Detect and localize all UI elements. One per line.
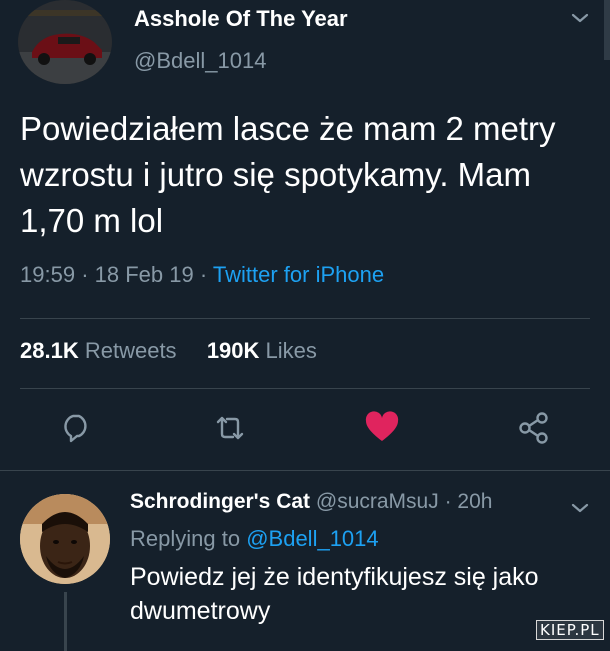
reply-author-handle[interactable]: @sucraMsuJ <box>316 490 439 513</box>
meta-separator: · <box>444 490 458 513</box>
meta-separator: · <box>81 262 95 287</box>
author-avatar[interactable] <box>18 0 112 84</box>
watermark-logo: KIEP.PL <box>536 620 604 640</box>
author-handle[interactable]: @Bdell_1014 <box>134 48 266 74</box>
retweet-icon[interactable] <box>212 410 248 446</box>
reply-header: Schrodinger's Cat @sucraMsuJ · 20h <box>130 490 492 514</box>
scrollbar[interactable] <box>604 0 610 60</box>
like-label[interactable]: Likes <box>266 338 317 363</box>
tweet-meta: 19:59 · 18 Feb 19 · Twitter for iPhone <box>20 262 384 288</box>
thread-line <box>64 592 67 651</box>
divider <box>0 470 610 471</box>
tweet-screen: Asshole Of The Year @Bdell_1014 Powiedzi… <box>0 0 610 651</box>
reply-time[interactable]: 20h <box>457 490 492 513</box>
chevron-down-icon[interactable] <box>570 10 590 26</box>
divider <box>20 318 590 319</box>
reply-author-name[interactable]: Schrodinger's Cat <box>130 490 310 513</box>
chevron-down-icon[interactable] <box>570 500 590 516</box>
reply-text: Powiedz jej że identyfikujesz się jako d… <box>130 563 539 625</box>
reply-author-avatar[interactable] <box>20 494 110 584</box>
retweet-label[interactable]: Retweets <box>85 338 177 363</box>
tweet-text: Powiedziałem lasce że mam 2 metry wzrost… <box>20 110 556 239</box>
avatar-person-photo <box>20 494 110 584</box>
share-icon[interactable] <box>516 410 552 446</box>
tweet-source-link[interactable]: Twitter for iPhone <box>213 262 384 287</box>
meta-separator: · <box>199 262 213 287</box>
reply-icon[interactable] <box>58 410 94 446</box>
like-count[interactable]: 190K <box>207 338 260 363</box>
tweet-time[interactable]: 19:59 <box>20 262 75 287</box>
heart-icon[interactable] <box>364 410 400 446</box>
author-name[interactable]: Asshole Of The Year <box>134 6 348 32</box>
tweet-stats: 28.1K Retweets 190K Likes <box>20 338 317 364</box>
replying-mention-link[interactable]: @Bdell_1014 <box>246 526 378 551</box>
retweet-count[interactable]: 28.1K <box>20 338 79 363</box>
divider <box>20 388 590 389</box>
tweet-date[interactable]: 18 Feb 19 <box>95 262 194 287</box>
replying-to: Replying to @Bdell_1014 <box>130 526 379 552</box>
replying-prefix: Replying to <box>130 526 241 551</box>
avatar-car-photo <box>18 0 112 84</box>
